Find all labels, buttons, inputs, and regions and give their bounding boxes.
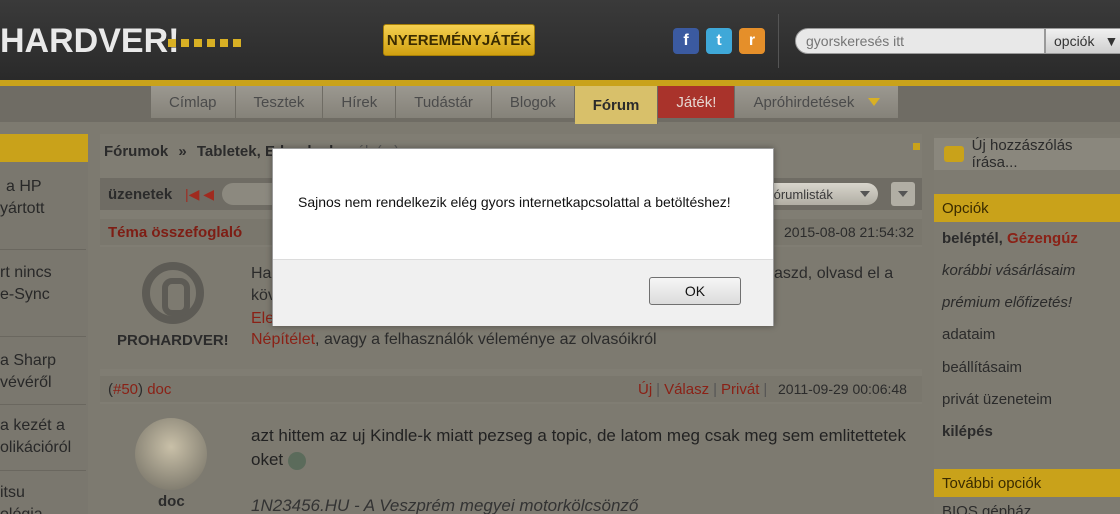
post-signature[interactable]: 1N23456.HU - A Veszprém megyei motorkölc… [251,496,638,514]
comment-icon [944,146,964,162]
left-news-line: a kezét a [0,417,65,434]
new-post-link[interactable]: Új [638,381,652,398]
bios-link[interactable]: BIOS gépház [942,503,1031,514]
toolbar-label: üzenetek [108,186,173,203]
left-news-item[interactable]: a kezét a olikációról [0,415,86,459]
private-link[interactable]: Privát [721,381,759,398]
left-news-line: vévéről [0,374,52,391]
user-name-link[interactable]: Gézengúz [1007,230,1078,247]
post-text-content: azt hittem az uj Kindle-k miatt pezseg a… [251,426,906,469]
private-messages-link[interactable]: privát üzeneteim [942,391,1052,408]
nepitelet-link[interactable]: Népítélet [251,331,315,348]
left-news-line: itsu [0,484,25,501]
nav-item-forum[interactable]: Fórum [574,86,659,124]
left-news-item[interactable]: a HP yártott [0,176,86,220]
nav-item-jatek[interactable]: Játék! [658,86,736,118]
rss-icon[interactable]: r [739,28,765,54]
summary-date: 2015-08-08 21:54:32 [784,224,914,240]
summary-line-text: , avagy a felhasználók véleménye az olva… [315,331,657,348]
alert-dialog: Sajnos nem rendelkezik elég gyors intern… [272,148,774,326]
left-news-line: a HP [6,178,42,195]
dialog-message: Sajnos nem rendelkezik elég gyors intern… [298,194,731,210]
left-news-line: ológia [0,504,86,514]
left-news-item[interactable]: a Sharp vévéről [0,350,86,394]
left-divider [0,404,86,405]
options-header: Opciók [934,194,1120,222]
left-divider [0,470,86,471]
summary-link[interactable]: Ele [251,310,274,328]
left-sidebar-header [0,134,88,162]
logo-dots [168,39,241,47]
promo-button[interactable]: NYEREMÉNYJÁTÉK [383,24,535,56]
reply-link[interactable]: Válasz [664,381,709,398]
avatar[interactable] [135,418,207,490]
login-label: beléptél, [942,230,1003,247]
header-divider [778,14,779,68]
summary-title: Téma összefoglaló [108,224,243,241]
twitter-icon[interactable]: t [706,28,732,54]
left-news-line: e-Sync [0,286,50,303]
chevron-down-icon: ▼ [1104,33,1119,49]
nav-item-blogok[interactable]: Blogok [491,86,575,118]
summary-author[interactable]: PROHARDVER! [117,332,229,349]
ok-button[interactable]: OK [649,277,741,305]
post-text: azt hittem az uj Kindle-k miatt pezseg a… [251,424,906,472]
main-nav: Címlap Tesztek Hírek Tudástár Blogok Fór… [151,86,900,124]
nav-item-aprohirdetesek-label: Apróhirdetések [753,93,855,111]
purchases-link[interactable]: korábbi vásárlásaim [942,262,1075,279]
left-news-line: a Sharp [0,352,57,369]
left-divider [0,249,86,250]
prohardver-logo-icon [142,262,204,324]
post-number-link[interactable]: #50 [113,381,138,398]
dialog-footer: OK [273,259,773,326]
avatar-name[interactable]: doc [158,493,185,510]
summary-line: Ha [251,265,272,282]
post-author-link[interactable]: doc [147,381,171,398]
nav-item-aprohirdetesek[interactable]: Apróhirdetések [735,86,900,118]
nav-item-cimlap[interactable]: Címlap [151,86,236,118]
premium-link[interactable]: prémium előfizetés! [942,294,1072,311]
post-date: 2011-09-29 00:06:48 [778,381,907,397]
toolbar-menu-button[interactable] [891,182,915,206]
summary-line: aszd, olvasd el a [774,265,894,282]
first-page-icon[interactable]: |◀ ◀ [185,186,214,203]
left-news-item[interactable]: rt nincs e-Sync [0,262,86,306]
facebook-icon[interactable]: f [673,28,699,54]
left-news-item[interactable]: itsu ológia [0,482,86,514]
nav-item-tudastar[interactable]: Tudástár [396,86,492,118]
summary-line: Népítélet, avagy a felhasználók vélemény… [251,331,657,349]
smiley-icon [287,451,306,470]
more-options-header: További opciók [934,469,1120,497]
login-status: beléptél, Gézengúz [942,230,1078,247]
post-number: (#50) doc [108,381,172,398]
right-sidebar [934,134,1120,514]
post-actions: Új | Válasz | Privát | [638,381,768,398]
left-divider [0,336,86,337]
chevron-down-icon [868,98,881,106]
nav-item-hirek[interactable]: Hírek [323,86,397,118]
breadcrumb-root[interactable]: Fórumok [104,143,168,160]
search-options-dropdown[interactable]: opciók ▼ [1045,28,1120,54]
corner-marker [913,143,920,150]
left-news-line: olikációról [0,439,72,456]
page-field[interactable] [222,183,277,205]
search-options-label: opciók [1054,33,1095,49]
forum-lists-dropdown[interactable]: fórumlisták [760,183,878,205]
settings-link[interactable]: beállításaim [942,359,1022,376]
site-header: HARDVER! NYEREMÉNYJÁTÉK f t r opciók ▼ [0,0,1120,80]
profile-link[interactable]: adataim [942,326,995,343]
breadcrumb-separator: » [178,143,187,160]
new-comment-button[interactable]: Új hozzászólás írása... [934,137,1120,171]
logout-link[interactable]: kilépés [942,423,993,440]
left-news-line: rt nincs [0,264,52,281]
left-news-line: yártott [0,200,45,217]
new-comment-label: Új hozzászólás írása... [971,137,1073,171]
search-input[interactable] [795,28,1045,54]
site-logo[interactable]: HARDVER! [0,22,179,61]
nav-item-tesztek[interactable]: Tesztek [235,86,324,118]
